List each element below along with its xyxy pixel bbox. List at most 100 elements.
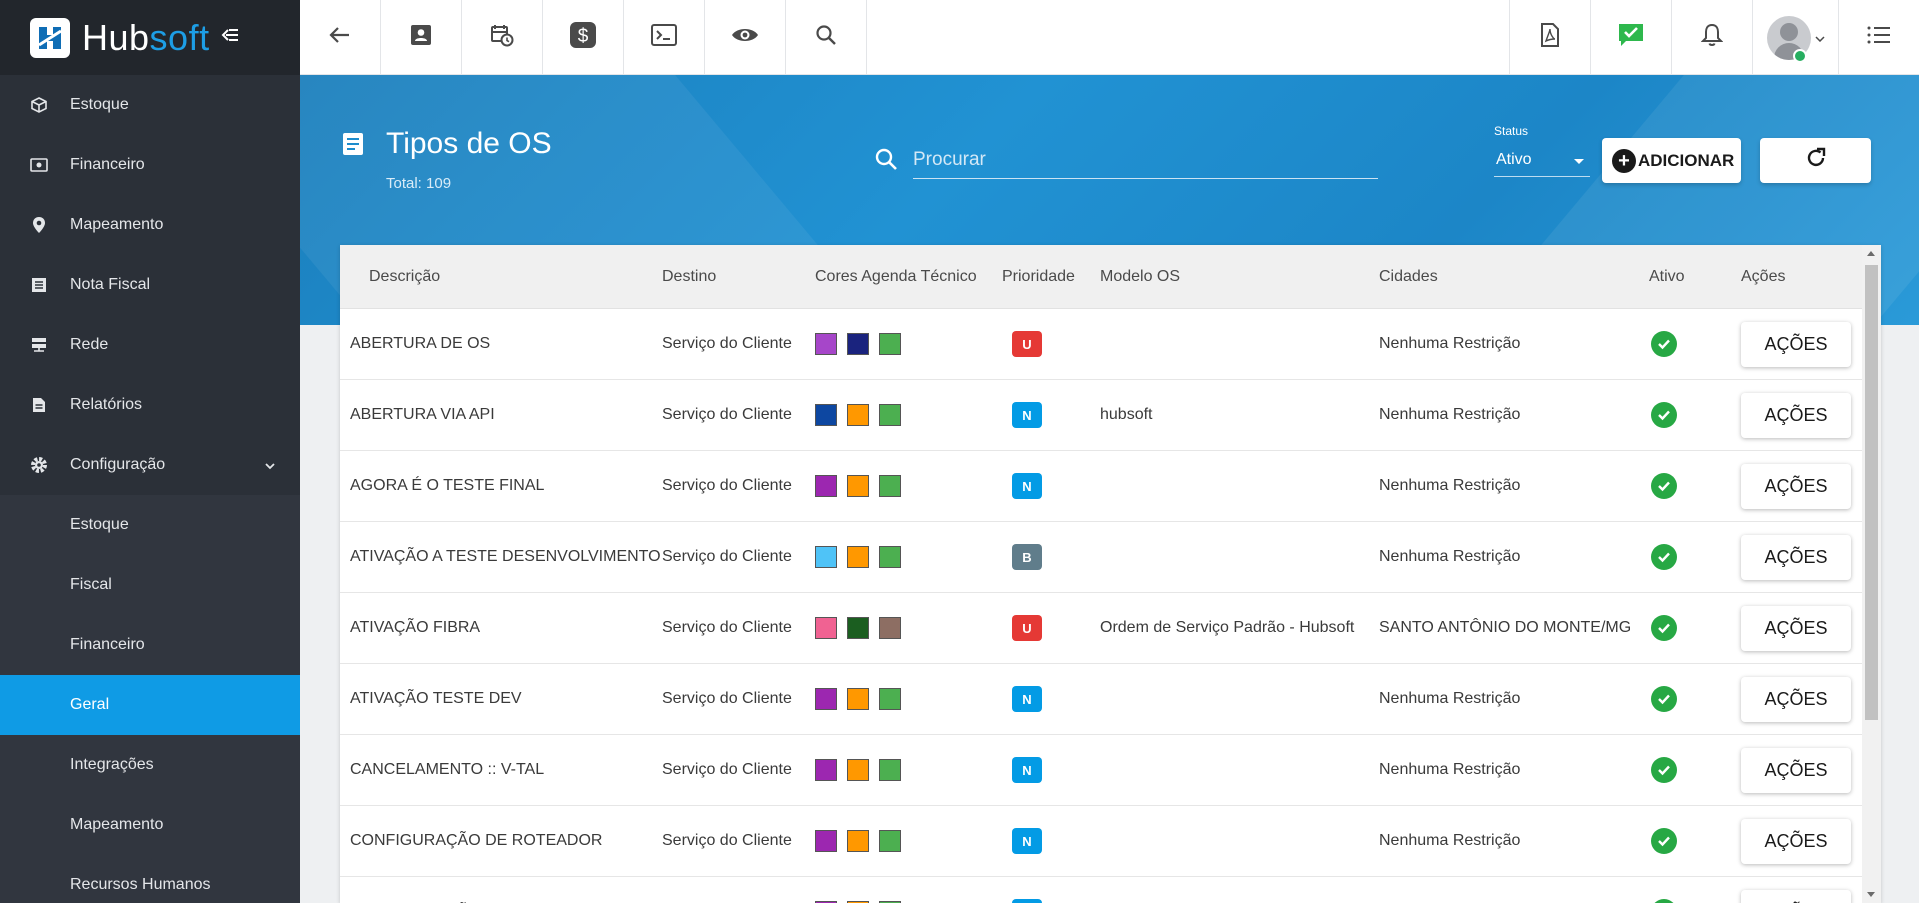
cell-modelo-os: Ordem de Serviço Padrão - Hubsoft — [1100, 619, 1355, 636]
priority-badge: U — [1012, 331, 1042, 357]
acoes-button[interactable]: AÇÕES — [1741, 889, 1851, 903]
table-row[interactable]: ATIVAÇÃO FIBRA Serviço do Cliente U Ordem d… — [340, 593, 1881, 664]
header-destino[interactable]: Destino — [662, 268, 815, 286]
check-circle-icon — [1651, 473, 1677, 499]
table-row[interactable]: ATIVAÇÃO TESTE DEV Serviço do Cliente N Nen… — [340, 664, 1881, 735]
sidebar-item-estoque[interactable]: Estoque — [0, 75, 300, 135]
header-cidades[interactable]: Cidades — [1379, 268, 1649, 286]
add-button-label: ADICIONAR — [1638, 150, 1735, 170]
logo[interactable]: Hubsoft — [0, 0, 300, 75]
cell-descricao: ATIVAÇÃO TESTE DEV — [350, 690, 522, 707]
finance-button[interactable]: $ — [543, 0, 624, 75]
status-select[interactable]: Ativo — [1494, 143, 1590, 177]
clients-button[interactable] — [381, 0, 462, 75]
check-circle-icon — [1651, 757, 1677, 783]
scrollbar[interactable] — [1862, 245, 1881, 903]
sidebar-item-rede[interactable]: Rede — [0, 315, 300, 375]
scroll-up-arrow-icon[interactable] — [1867, 251, 1875, 256]
acoes-button[interactable]: AÇÕES — [1741, 605, 1851, 651]
calendar-clock-icon — [490, 23, 514, 52]
check-circle-icon — [1651, 331, 1677, 357]
header-cores[interactable]: Cores Agenda Técnico — [815, 268, 1002, 286]
color-swatch — [847, 333, 869, 355]
chat-check-icon — [1618, 23, 1644, 52]
user-menu[interactable] — [1752, 0, 1838, 75]
color-swatch — [847, 404, 869, 426]
sidebar-subitem-geral[interactable]: Geral — [0, 675, 300, 735]
cell-cidades: Nenhuma Restrição — [1379, 690, 1521, 707]
cell-cores — [815, 404, 1002, 426]
sidebar-subitem-recursos-humanos[interactable]: Recursos Humanos — [0, 855, 300, 903]
sidebar-item-mapeamento[interactable]: Mapeamento — [0, 195, 300, 255]
sidebar-item-relatorios[interactable]: Relatórios — [0, 375, 300, 435]
refresh-button[interactable] — [1760, 138, 1871, 183]
notifications-button[interactable] — [1671, 0, 1752, 75]
cell-ativo — [1649, 757, 1741, 783]
terminal-button[interactable] — [624, 0, 705, 75]
sidebar-subitem-financeiro[interactable]: Financeiro — [0, 615, 300, 675]
cell-acoes: AÇÕES — [1741, 747, 1861, 793]
sidebar-item-financeiro[interactable]: Financeiro — [0, 135, 300, 195]
cell-ativo — [1649, 331, 1741, 357]
header-descricao[interactable]: Descrição — [340, 268, 662, 286]
table-row[interactable]: CONFIGURAÇÃO DE ROTEADORServiço do Clien… — [340, 806, 1881, 877]
table-row[interactable]: CONFIGURAÇÃO DE ROTEADORServiço do Clien… — [340, 877, 1881, 903]
scroll-thumb[interactable] — [1865, 265, 1878, 720]
cell-destino: Serviço do Cliente — [662, 406, 792, 423]
gear-icon — [30, 456, 48, 474]
check-circle-icon — [1651, 402, 1677, 428]
cell-descricao: ATIVAÇÃO A TESTE DESENVOLVIMENTO — [350, 548, 661, 565]
acoes-button[interactable]: AÇÕES — [1741, 676, 1851, 722]
cell-cores — [815, 475, 1002, 497]
table-row[interactable]: ABERTURA VIA API Serviço do Cliente Nhubso… — [340, 380, 1881, 451]
chevron-down-icon — [264, 457, 276, 475]
table-header: Descrição Destino Cores Agenda Técnico P… — [340, 245, 1881, 309]
check-circle-icon — [1651, 544, 1677, 570]
acoes-button[interactable]: AÇÕES — [1741, 818, 1851, 864]
color-swatch — [879, 404, 901, 426]
header-modelo-os[interactable]: Modelo OS — [1100, 268, 1379, 286]
scroll-down-arrow-icon[interactable] — [1867, 892, 1875, 897]
acoes-button[interactable]: AÇÕES — [1741, 463, 1851, 509]
table-row[interactable]: AGORA É O TESTE FINAL Serviço do Cliente N… — [340, 451, 1881, 522]
sidebar-subitem-integracoes[interactable]: Integrações — [0, 735, 300, 795]
table-row[interactable]: ABERTURA DE OS Serviço do Cliente U Nenhuma… — [340, 309, 1881, 380]
cell-ativo — [1649, 402, 1741, 428]
cell-cidades: Nenhuma Restrição — [1379, 335, 1521, 352]
table-row[interactable]: ATIVAÇÃO A TESTE DESENVOLVIMENTO Serviço … — [340, 522, 1881, 593]
cell-destino: Serviço do Cliente — [662, 761, 792, 778]
sidebar-subitem-estoque[interactable]: Estoque — [0, 495, 300, 555]
sidebar-subitem-fiscal[interactable]: Fiscal — [0, 555, 300, 615]
acoes-button[interactable]: AÇÕES — [1741, 321, 1851, 367]
view-button[interactable] — [705, 0, 786, 75]
back-button[interactable] — [300, 0, 381, 75]
cell-descricao: ABERTURA VIA API — [350, 406, 495, 423]
acoes-button[interactable]: AÇÕES — [1741, 534, 1851, 580]
header-prioridade[interactable]: Prioridade — [1002, 268, 1100, 286]
cell-acoes: AÇÕES — [1741, 818, 1861, 864]
header-ativo[interactable]: Ativo — [1649, 268, 1741, 286]
collapse-menu-icon[interactable] — [220, 27, 240, 48]
sidebar-item-configuracao[interactable]: Configuração — [0, 435, 300, 495]
sidebar-item-nota-fiscal[interactable]: Nota Fiscal — [0, 255, 300, 315]
tasks-button[interactable] — [1590, 0, 1671, 75]
acoes-button[interactable]: AÇÕES — [1741, 747, 1851, 793]
table-row[interactable]: CANCELAMENTO :: V-TAL Serviço do Cliente N… — [340, 735, 1881, 806]
cell-ativo — [1649, 473, 1741, 499]
cell-descricao: AGORA É O TESTE FINAL — [350, 477, 545, 494]
online-status-dot — [1793, 49, 1807, 63]
add-button[interactable]: + ADICIONAR — [1602, 138, 1741, 183]
schedule-button[interactable] — [462, 0, 543, 75]
color-swatch — [847, 688, 869, 710]
terminal-icon — [651, 24, 677, 51]
global-search-button[interactable] — [786, 0, 867, 75]
search-input[interactable] — [913, 141, 1378, 179]
acoes-button[interactable]: AÇÕES — [1741, 392, 1851, 438]
list-menu-button[interactable] — [1838, 0, 1919, 75]
chevron-down-icon — [1814, 29, 1825, 47]
cell-acoes: AÇÕES — [1741, 676, 1861, 722]
pdf-button[interactable] — [1509, 0, 1590, 75]
plus-circle-icon: + — [1612, 148, 1636, 173]
sidebar-subitem-mapeamento[interactable]: Mapeamento — [0, 795, 300, 855]
cell-ativo — [1649, 615, 1741, 641]
